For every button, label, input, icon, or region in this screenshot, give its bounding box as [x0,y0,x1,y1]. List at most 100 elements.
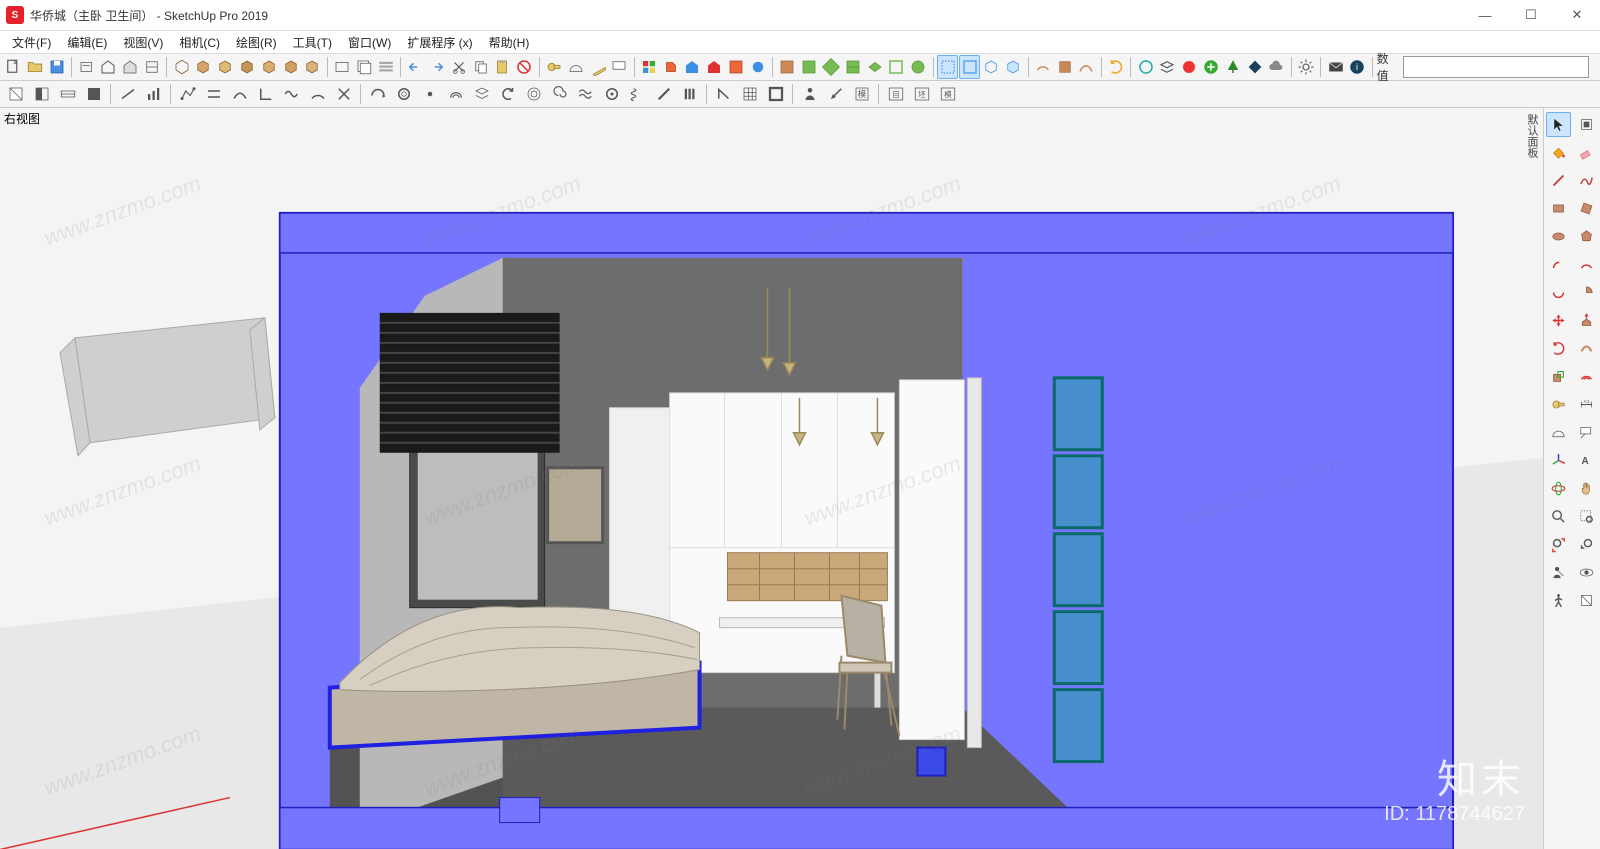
cjk-icon-1[interactable]: 模 [849,82,874,106]
new-file-icon[interactable] [3,55,24,79]
brush-icon[interactable] [823,82,848,106]
look-around-icon[interactable] [1574,560,1599,585]
undo-icon[interactable] [405,55,426,79]
spring-icon[interactable] [625,82,650,106]
outliner-icon[interactable] [375,55,396,79]
text-tool-icon[interactable] [609,55,630,79]
maximize-button[interactable]: ☐ [1508,0,1554,30]
pushpull-icon[interactable] [1574,308,1599,333]
house-iso-icon[interactable] [98,55,119,79]
select-box-3-icon[interactable] [981,55,1002,79]
pie-tool-icon[interactable] [1574,280,1599,305]
cloud-upload-icon[interactable] [1266,55,1287,79]
cut-icon[interactable] [448,55,469,79]
paint-bucket-icon[interactable] [1546,140,1571,165]
iso-view-icon[interactable] [171,55,192,79]
zoom-window-icon[interactable] [1574,504,1599,529]
cjk-box-1-icon[interactable]: 目 [883,82,908,106]
close-button[interactable]: ✕ [1554,0,1600,30]
menu-draw[interactable]: 绘图(R) [228,32,285,53]
select-box-4-icon[interactable] [1003,55,1024,79]
offset-tool-icon[interactable] [1574,364,1599,389]
target-circles-icon[interactable] [521,82,546,106]
section-plane-icon[interactable] [3,82,28,106]
corner-icon[interactable] [253,82,278,106]
axes-tool-icon[interactable] [1546,448,1571,473]
line-pencil-icon[interactable] [1546,168,1571,193]
plugin-7-icon[interactable] [908,55,929,79]
spiral-icon[interactable] [547,82,572,106]
menu-window[interactable]: 窗口(W) [340,32,399,53]
select-box-1-icon[interactable] [937,55,958,79]
wave-icon[interactable] [279,82,304,106]
redo-icon[interactable] [427,55,448,79]
viewport-3d[interactable]: 右视图 默认面板 [0,108,1543,849]
grid-3x3-icon[interactable] [737,82,762,106]
zoom-magnifier-icon[interactable] [1546,504,1571,529]
add-green-icon[interactable] [1201,55,1222,79]
followme-icon[interactable] [1574,336,1599,361]
section-fill-icon[interactable] [81,82,106,106]
rotated-rect-icon[interactable] [1574,196,1599,221]
make-component-icon[interactable] [1574,112,1599,137]
settings-gear-icon[interactable] [1296,55,1317,79]
plugin-3-icon[interactable] [821,55,842,79]
wireframe-icon[interactable] [332,55,353,79]
cube-1-icon[interactable] [193,55,214,79]
tree-icon[interactable] [1222,55,1243,79]
save-file-icon[interactable] [47,55,68,79]
polygon-tool-icon[interactable] [1574,224,1599,249]
protractor-icon[interactable] [565,55,586,79]
section-cuts-icon[interactable] [55,82,80,106]
cjk-box-2-icon[interactable]: 坯 [909,82,934,106]
3dwarehouse-icon[interactable] [682,55,703,79]
position-camera-icon[interactable] [1546,560,1571,585]
parallel-lines-icon[interactable] [201,82,226,106]
plugin-6-icon[interactable] [886,55,907,79]
info-circle-icon[interactable]: i [1347,55,1368,79]
extension-manager-icon[interactable] [747,55,768,79]
plugin-2-icon[interactable] [799,55,820,79]
dimension-icon[interactable]: A1 [1574,392,1599,417]
person-icon[interactable] [797,82,822,106]
3dtext-icon[interactable]: A [1574,448,1599,473]
model-info-icon[interactable] [76,55,97,79]
zoom-extents-icon[interactable] [1546,532,1571,557]
circle-tool-icon[interactable] [1546,224,1571,249]
freehand-icon[interactable] [1574,168,1599,193]
tapemeasure-right-icon[interactable] [1546,392,1571,417]
dropdown-arc-icon[interactable] [365,82,390,106]
house-top-icon[interactable] [142,55,163,79]
layers-panel-icon[interactable] [353,55,374,79]
refresh-icon[interactable] [1106,55,1127,79]
layout-icon[interactable] [726,55,747,79]
edge-replace-icon[interactable] [1076,55,1097,79]
target-dot-icon[interactable] [599,82,624,106]
wave-double-icon[interactable] [573,82,598,106]
cube-6-icon[interactable] [302,55,323,79]
dot-icon[interactable] [417,82,442,106]
columns-icon[interactable] [677,82,702,106]
cube-4-icon[interactable] [258,55,279,79]
protractor-right-icon[interactable] [1546,420,1571,445]
menu-view[interactable]: 视图(V) [115,32,171,53]
section-display-icon[interactable] [29,82,54,106]
select-box-2-icon[interactable] [959,55,980,79]
bezier-arc-icon[interactable] [305,82,330,106]
x-cut-icon[interactable] [331,82,356,106]
cube-3-icon[interactable] [237,55,258,79]
3pt-arc-icon[interactable] [1546,280,1571,305]
plugin-1-icon[interactable] [777,55,798,79]
copy-icon[interactable] [470,55,491,79]
circle-red-icon[interactable] [1179,55,1200,79]
default-panel-toggle[interactable]: 默认面板 [1523,110,1541,162]
open-file-icon[interactable] [25,55,46,79]
move-tool-icon[interactable] [1546,308,1571,333]
plugin-4-icon[interactable] [842,55,863,79]
circle-teal-icon[interactable] [1135,55,1156,79]
curve-edit-icon[interactable] [227,82,252,106]
angle-icon[interactable] [711,82,736,106]
cube-5-icon[interactable] [280,55,301,79]
select-arrow-icon[interactable] [1546,112,1571,137]
text-label-icon[interactable] [1574,420,1599,445]
